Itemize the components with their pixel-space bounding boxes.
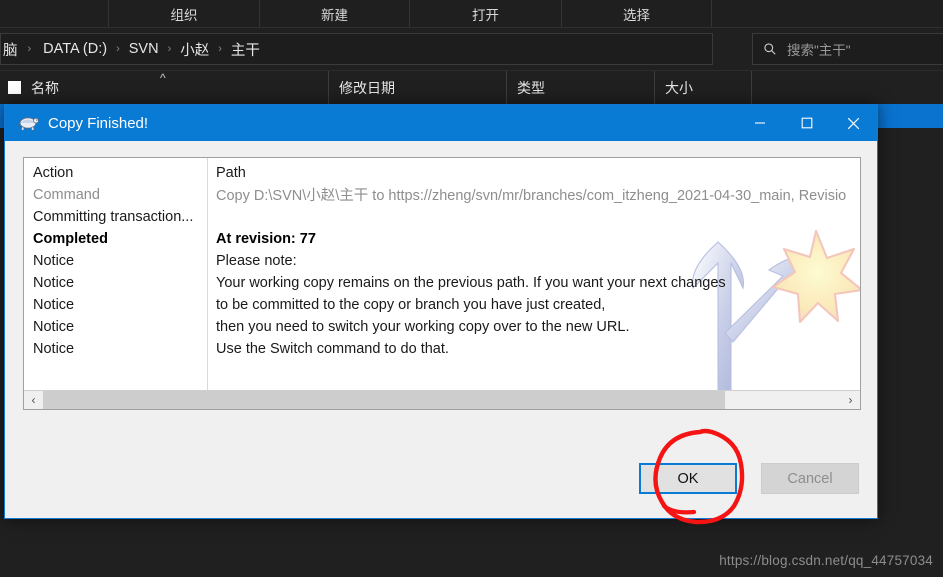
search-input[interactable]: 搜索"主干": [752, 33, 943, 65]
toolbar-item-select-label: 选择: [623, 7, 650, 23]
log-row-path: [216, 206, 856, 227]
column-header-type-label: 类型: [517, 79, 545, 96]
log-header-path: Path: [216, 164, 246, 181]
toolbar-item-organize[interactable]: 组织: [109, 0, 260, 27]
column-header-date-label: 修改日期: [339, 79, 395, 96]
search-placeholder: 搜索"主干": [787, 43, 851, 58]
log-row-action: Completed: [33, 230, 108, 247]
dialog-title-bar[interactable]: Copy Finished!: [5, 105, 877, 141]
log-row-path: to be committed to the copy or branch yo…: [216, 296, 606, 313]
log-row-action: Notice: [33, 274, 75, 291]
scrollbar-track[interactable]: [43, 391, 841, 409]
breadcrumb-separator-icon: ›: [167, 43, 172, 55]
breadcrumb-item-0[interactable]: 脑: [1, 39, 20, 60]
scroll-left-icon[interactable]: ‹: [24, 391, 43, 409]
log-column-divider[interactable]: [207, 158, 208, 391]
minimize-icon[interactable]: [736, 105, 783, 141]
toolbar-item-new[interactable]: 新建: [260, 0, 410, 27]
toolbar-leading-spacer: [0, 0, 109, 27]
select-all-checkbox[interactable]: [8, 81, 21, 94]
log-list[interactable]: Action Path Command Copy D:\SVN\小赵\主干 to…: [23, 157, 861, 410]
log-row-path: Please note:: [216, 252, 297, 269]
horizontal-scrollbar[interactable]: ‹ ›: [24, 390, 860, 409]
screen: 组织 新建 打开 选择 脑 › DATA (D:) › SVN › 小赵 › 主…: [0, 0, 943, 577]
tortoise-svn-turtle-icon: [17, 114, 39, 132]
scrollbar-thumb[interactable]: [43, 391, 726, 409]
file-list-column-headers: 名称 ^ 修改日期 类型 大小: [0, 71, 943, 104]
sort-ascending-icon: ^: [160, 71, 166, 85]
address-bar: 脑 › DATA (D:) › SVN › 小赵 › 主干 ▾ 搜索"主: [0, 28, 943, 71]
column-header-type[interactable]: 类型: [507, 71, 655, 104]
log-row-action: Notice: [33, 318, 75, 335]
toolbar-item-organize-label: 组织: [170, 7, 198, 23]
log-row-path: At revision: 77: [216, 230, 316, 247]
log-row-path: Use the Switch command to do that.: [216, 340, 449, 357]
dialog-body: Action Path Command Copy D:\SVN\小赵\主干 to…: [5, 141, 877, 518]
copy-finished-dialog: Copy Finished! Action Path Command Copy …: [4, 104, 878, 519]
log-row-action: Committing transaction...: [33, 208, 194, 225]
window-buttons: [736, 105, 877, 141]
log-row-path: Your working copy remains on the previou…: [216, 274, 726, 291]
breadcrumb[interactable]: 脑 › DATA (D:) › SVN › 小赵 › 主干: [0, 33, 713, 65]
log-row-action: Notice: [33, 296, 75, 313]
column-header-extra: [752, 71, 943, 104]
toolbar-item-open-label: 打开: [472, 7, 499, 23]
scroll-right-icon[interactable]: ›: [841, 391, 860, 409]
close-icon[interactable]: [830, 105, 877, 141]
log-row-action: Notice: [33, 252, 75, 269]
toolbar-item-new-label: 新建: [321, 7, 348, 23]
breadcrumb-separator-icon: ›: [27, 43, 32, 55]
explorer-toolbar: 组织 新建 打开 选择: [0, 0, 943, 28]
ok-button[interactable]: OK: [639, 463, 737, 494]
column-header-size-label: 大小: [665, 79, 693, 96]
breadcrumb-item-3[interactable]: 小赵: [178, 39, 211, 60]
log-row-path: then you need to switch your working cop…: [216, 318, 630, 335]
dialog-title: Copy Finished!: [48, 114, 149, 132]
log-list-inner: Action Path Command Copy D:\SVN\小赵\主干 to…: [24, 158, 860, 391]
breadcrumb-item-4[interactable]: 主干: [229, 39, 262, 60]
breadcrumb-item-2[interactable]: SVN: [127, 41, 161, 57]
dialog-button-row: OK Cancel: [639, 463, 859, 494]
breadcrumb-item-1[interactable]: DATA (D:): [41, 41, 109, 57]
column-header-date[interactable]: 修改日期: [329, 71, 507, 104]
log-row-action: Command: [33, 186, 100, 203]
toolbar-item-open[interactable]: 打开: [410, 0, 562, 27]
csdn-watermark: https://blog.csdn.net/qq_44757034: [719, 553, 933, 568]
cancel-button: Cancel: [761, 463, 859, 494]
column-header-size[interactable]: 大小: [655, 71, 752, 104]
log-header-action: Action: [33, 164, 74, 181]
search-icon: [753, 42, 787, 56]
breadcrumb-separator-icon: ›: [116, 43, 120, 55]
toolbar-item-select[interactable]: 选择: [562, 0, 712, 27]
column-header-name-label: 名称: [31, 79, 59, 96]
maximize-icon[interactable]: [783, 105, 830, 141]
log-row-path: Copy D:\SVN\小赵\主干 to https://zheng/svn/m…: [216, 188, 847, 204]
column-header-name[interactable]: 名称 ^: [0, 71, 329, 104]
breadcrumb-separator-icon: ›: [218, 43, 222, 55]
log-row-action: Notice: [33, 340, 75, 357]
